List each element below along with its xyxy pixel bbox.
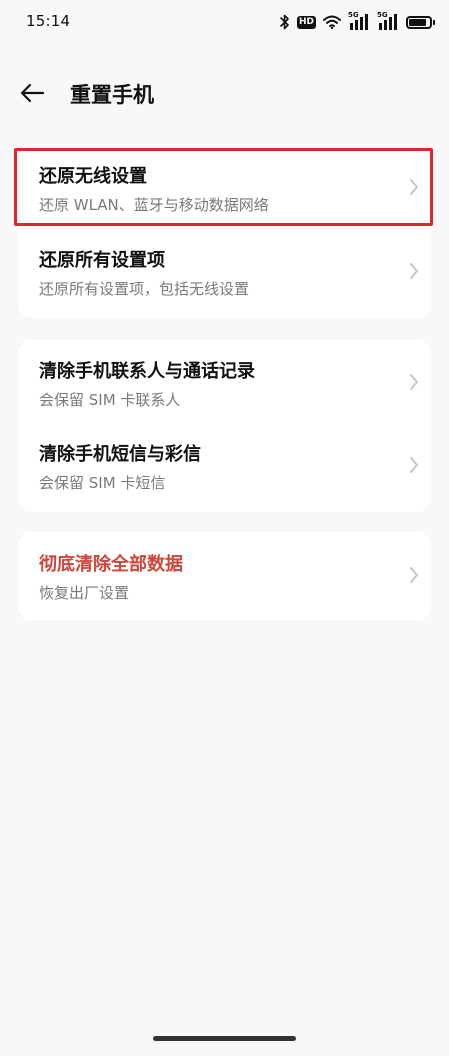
reset-all-settings-item[interactable]: 还原所有设置项 还原所有设置项，包括无线设置 xyxy=(18,230,431,314)
chevron-right-icon xyxy=(410,263,418,279)
item-subtitle: 会保留 SIM 卡短信 xyxy=(39,474,166,492)
item-subtitle: 还原 WLAN、蓝牙与移动数据网络 xyxy=(39,196,269,214)
chevron-right-icon xyxy=(410,374,418,390)
item-title: 清除手机短信与彩信 xyxy=(39,444,201,465)
header: 重置手机 xyxy=(0,66,449,120)
page-title: 重置手机 xyxy=(70,83,154,107)
battery-level xyxy=(409,18,426,26)
signal-icon: 5G xyxy=(348,11,370,31)
settings-group-clear-data: 清除手机联系人与通话记录 会保留 SIM 卡联系人 清除手机短信与彩信 会保留 … xyxy=(18,340,431,512)
arrow-left-icon xyxy=(20,83,45,103)
chevron-right-icon xyxy=(410,567,418,583)
item-title: 彻底清除全部数据 xyxy=(39,554,183,575)
erase-all-data-item[interactable]: 彻底清除全部数据 恢复出厂设置 xyxy=(18,534,431,618)
home-indicator[interactable] xyxy=(153,1036,296,1041)
clear-contacts-call-log-item[interactable]: 清除手机联系人与通话记录 会保留 SIM 卡联系人 xyxy=(18,341,431,425)
chevron-right-icon xyxy=(410,457,418,473)
bluetooth-icon xyxy=(280,14,290,30)
signal-icon: 5G xyxy=(377,11,399,31)
status-bar: 15:14 HD 5G 5G xyxy=(0,0,449,44)
item-subtitle: 会保留 SIM 卡联系人 xyxy=(39,391,181,409)
status-time: 15:14 xyxy=(26,12,71,30)
settings-group-factory-reset: 彻底清除全部数据 恢复出厂设置 xyxy=(18,532,431,620)
item-title: 清除手机联系人与通话记录 xyxy=(39,361,255,382)
settings-group-network: 还原无线设置 还原 WLAN、蓝牙与移动数据网络 还原所有设置项 还原所有设置项… xyxy=(18,144,431,318)
clear-sms-mms-item[interactable]: 清除手机短信与彩信 会保留 SIM 卡短信 xyxy=(18,424,431,508)
status-icons: HD 5G 5G xyxy=(280,11,435,32)
hd-icon: HD xyxy=(296,15,316,29)
item-subtitle: 恢复出厂设置 xyxy=(39,584,130,602)
item-title: 还原无线设置 xyxy=(39,166,147,187)
item-subtitle: 还原所有设置项，包括无线设置 xyxy=(39,280,250,298)
reset-wireless-settings-item[interactable]: 还原无线设置 还原 WLAN、蓝牙与移动数据网络 xyxy=(18,146,431,230)
wifi-icon xyxy=(323,15,341,29)
battery-icon xyxy=(406,15,435,29)
item-title: 还原所有设置项 xyxy=(39,250,165,271)
back-button[interactable] xyxy=(14,76,50,110)
chevron-right-icon xyxy=(410,179,418,195)
